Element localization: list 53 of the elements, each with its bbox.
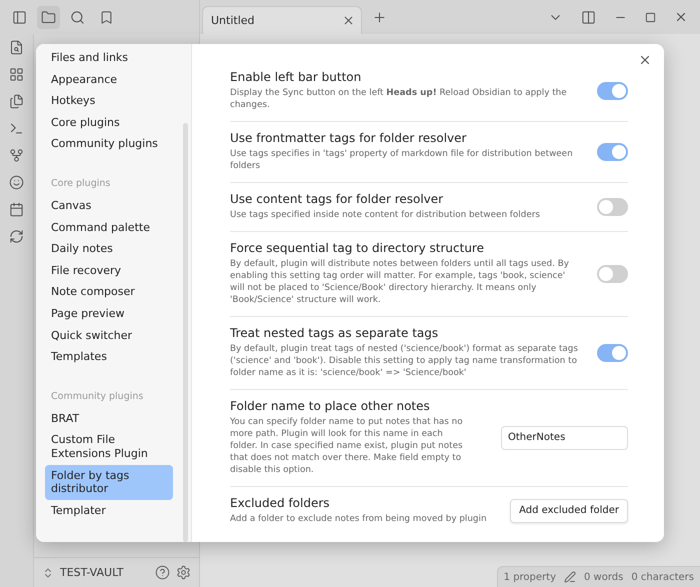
- nav-item[interactable]: Daily notes: [45, 238, 173, 260]
- nav-item[interactable]: Hotkeys: [45, 90, 173, 112]
- scrollbar-thumb[interactable]: [183, 123, 188, 542]
- close-icon[interactable]: [342, 14, 355, 27]
- toggle-switch[interactable]: [597, 142, 628, 160]
- nav-item[interactable]: Canvas: [45, 194, 173, 217]
- setting-description: Display the Sync button on the left Heads up! Reload Obsidian to apply the changes.: [230, 87, 568, 111]
- setting-description: Add a folder to exclude notes from being moved by plugin: [230, 513, 488, 525]
- toggle-switch[interactable]: [597, 344, 628, 362]
- folder-icon[interactable]: [37, 6, 60, 28]
- setting-name: Use frontmatter tags for folder resolver: [230, 131, 468, 145]
- setting-description: You can specify folder name to put notes that has no more path. Plugin will look for this name in each folder. In case specified name exist, plugin put notes that does not match over there. Make field empty to disable this option.: [230, 416, 464, 476]
- nav-item[interactable]: Community plugins: [45, 133, 173, 155]
- nav-item[interactable]: Page preview: [45, 302, 173, 325]
- setting-name: Excluded folders: [230, 496, 331, 510]
- input-field[interactable]: OtherNotes: [501, 426, 628, 450]
- setting-name: Treat nested tags as separate tags: [230, 326, 440, 340]
- tab-title: Untitled: [211, 14, 255, 27]
- setting-description: By default, plugin will distribute notes between folders until all tags used. By enabling this setting tag order will matter. For example, tags 'book, science' will not be placed to 'Science/Book' directory hierarchy. It means only 'Book/Science' structure will work.: [230, 258, 570, 306]
- nav-item[interactable]: Note composer: [45, 281, 173, 303]
- nav-section-heading: Core plugins: [50, 176, 112, 191]
- setting-description: Use tags specified inside note content for distribution between folders: [230, 209, 541, 221]
- nav-item[interactable]: File recovery: [45, 260, 173, 282]
- help-icon[interactable]: [155, 565, 170, 580]
- toggle-switch[interactable]: [597, 198, 628, 216]
- add-button[interactable]: Add excluded folder: [510, 498, 628, 522]
- nav-item[interactable]: Appearance: [45, 68, 173, 90]
- nav-item[interactable]: BRAT: [45, 408, 173, 430]
- nav-item[interactable]: Custom File Extensions Plugin: [45, 429, 173, 464]
- nav-item[interactable]: Templater: [45, 500, 173, 522]
- setting-description: By default, plugin treat tags of nested ('science/book') format as separate tags ('science' and 'book'). Disable this setting to apply tag name transformation to folder name as it is: 'science/book' => 'Science/book': [230, 343, 579, 379]
- switch-vault-icon[interactable]: [42, 566, 54, 578]
- toggle-switch[interactable]: [597, 82, 628, 100]
- nav-item[interactable]: Command palette: [45, 216, 173, 238]
- vault-name[interactable]: TEST-VAULT: [60, 566, 149, 579]
- note-tab[interactable]: Untitled: [202, 6, 362, 34]
- settings-icon[interactable]: [176, 565, 191, 580]
- toggle-switch[interactable]: [597, 264, 628, 282]
- setting-name: Use content tags for folder resolver: [230, 192, 444, 206]
- setting-name: Folder name to place other notes: [230, 399, 431, 413]
- nav-item[interactable]: Core plugins: [45, 112, 173, 134]
- nav-item[interactable]: Templates: [45, 346, 173, 368]
- status-text: 1 property: [504, 572, 556, 582]
- nav-section-heading: Community plugins: [50, 390, 144, 404]
- status-text: 0 words: [584, 572, 624, 582]
- status-text: 0 characters: [631, 572, 694, 582]
- setting-name: Enable left bar button: [230, 70, 362, 84]
- setting-name: Force sequential tag to directory structure: [230, 241, 485, 255]
- nav-item[interactable]: Files and links: [45, 47, 173, 69]
- setting-description: Use tags specifies in 'tags' property of markdown file for distribution between folders: [230, 148, 574, 172]
- nav-item[interactable]: Quick switcher: [45, 324, 173, 346]
- nav-item[interactable]: Folder by tags distributor: [45, 464, 173, 500]
- pencil-icon[interactable]: [564, 571, 576, 583]
